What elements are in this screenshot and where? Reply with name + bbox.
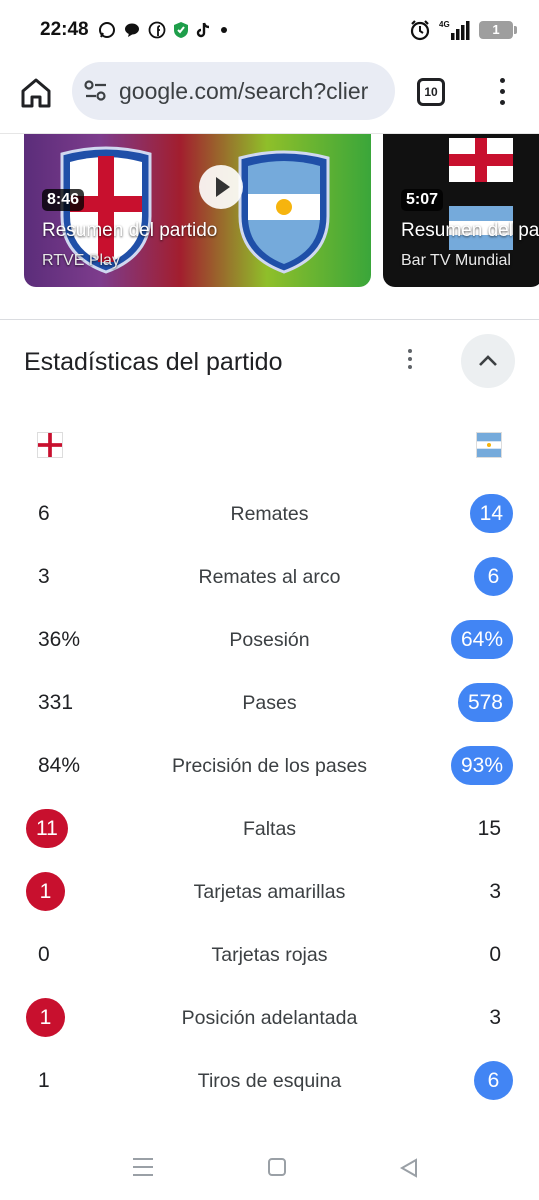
- play-icon[interactable]: [199, 165, 243, 209]
- collapse-button[interactable]: [461, 334, 515, 388]
- stat-value-argentina: 93%: [450, 746, 513, 785]
- back-icon[interactable]: [399, 1158, 419, 1178]
- stat-label: Tarjetas amarillas: [193, 881, 346, 903]
- stat-row: 0 Tarjetas rojas 0: [0, 935, 539, 975]
- stat-row: 3 Remates al arco 6: [0, 557, 539, 597]
- stat-value-argentina: 3: [489, 1006, 501, 1029]
- stat-value-argentina: 64%: [450, 620, 513, 659]
- browser-toolbar: google.com/search?clier 10: [0, 62, 539, 134]
- video-title[interactable]: Resumen del partido: [401, 220, 539, 242]
- stat-value-argentina: 578: [457, 683, 513, 722]
- status-time: 22:48: [40, 19, 89, 40]
- home-icon[interactable]: [19, 76, 53, 110]
- video-carousel: 8:46 Resumen del partido RTVE Play 5:07 …: [0, 134, 539, 320]
- stat-value-argentina: 6: [474, 557, 513, 596]
- england-flag-icon: [37, 432, 63, 458]
- stat-row: 1 Tiros de esquina 6: [0, 1061, 539, 1101]
- address-bar[interactable]: google.com/search?clier: [72, 62, 395, 120]
- stat-label: Remates: [230, 503, 309, 525]
- stat-row: 331 Pases 578: [0, 683, 539, 723]
- vpn-shield-icon: [174, 22, 188, 38]
- stat-row: 11 Faltas 15: [0, 809, 539, 849]
- battery-level: 1: [492, 22, 500, 37]
- stat-value-argentina: 3: [489, 880, 501, 903]
- england-flag-icon: [449, 138, 513, 182]
- argentina-shield-icon: [238, 150, 330, 274]
- stats-title: Estadísticas del partido: [24, 348, 283, 376]
- tab-switcher-button[interactable]: 10: [417, 78, 445, 106]
- video-card[interactable]: 8:46 Resumen del partido RTVE Play: [24, 134, 371, 287]
- video-source: RTVE Play: [42, 252, 120, 269]
- stat-row: 1 Posición adelantada 3: [0, 998, 539, 1038]
- alarm-icon: [410, 20, 430, 41]
- site-settings-icon[interactable]: [84, 80, 110, 102]
- stat-label: Tiros de esquina: [197, 1070, 342, 1092]
- video-duration: 5:07: [401, 189, 444, 211]
- stat-row: 6 Remates 14: [0, 494, 539, 534]
- tiktok-icon: [196, 22, 210, 38]
- video-title[interactable]: Resumen del partido: [42, 220, 217, 242]
- stat-value-argentina: 0: [489, 943, 501, 966]
- stat-row: 36% Posesión 64%: [0, 620, 539, 660]
- stat-label: Faltas: [242, 818, 297, 840]
- video-card[interactable]: 5:07 Resumen del partido Bar TV Mundial: [383, 134, 539, 287]
- url-text[interactable]: google.com/search?clier: [119, 78, 368, 105]
- signal-4g-icon: 4G: [439, 20, 470, 40]
- stat-label: Tarjetas rojas: [211, 944, 328, 966]
- video-duration: 8:46: [42, 189, 85, 211]
- system-nav-bar: [0, 1140, 539, 1200]
- stat-label: Remates al arco: [198, 566, 341, 588]
- stat-row: 84% Precisión de los pases 93%: [0, 746, 539, 786]
- stat-row: 1 Tarjetas amarillas 3: [0, 872, 539, 912]
- chat-bubble-icon: [125, 23, 139, 37]
- browser-menu-icon[interactable]: [494, 75, 510, 107]
- stat-value-argentina: 14: [469, 494, 513, 533]
- video-source: Bar TV Mundial: [401, 252, 511, 269]
- stat-value-argentina: 6: [474, 1061, 513, 1100]
- svg-text:4G: 4G: [439, 20, 450, 29]
- more-notifications-dot-icon: [221, 27, 227, 33]
- home-nav-icon[interactable]: [268, 1158, 286, 1176]
- stat-value-argentina: 15: [477, 817, 501, 840]
- whatsapp-icon: [99, 22, 115, 38]
- status-system-icons: 4G 1: [409, 19, 517, 41]
- stat-label: Posición adelantada: [181, 1007, 358, 1029]
- battery-icon: 1: [479, 21, 517, 39]
- status-notification-icons: [98, 21, 229, 39]
- status-bar: 22:48 4G 1: [0, 0, 539, 62]
- more-options-icon[interactable]: [402, 348, 418, 372]
- facebook-icon: [148, 21, 166, 39]
- chevron-up-icon: [479, 355, 497, 366]
- recent-apps-icon[interactable]: [133, 1158, 153, 1176]
- argentina-flag-icon: [476, 432, 502, 458]
